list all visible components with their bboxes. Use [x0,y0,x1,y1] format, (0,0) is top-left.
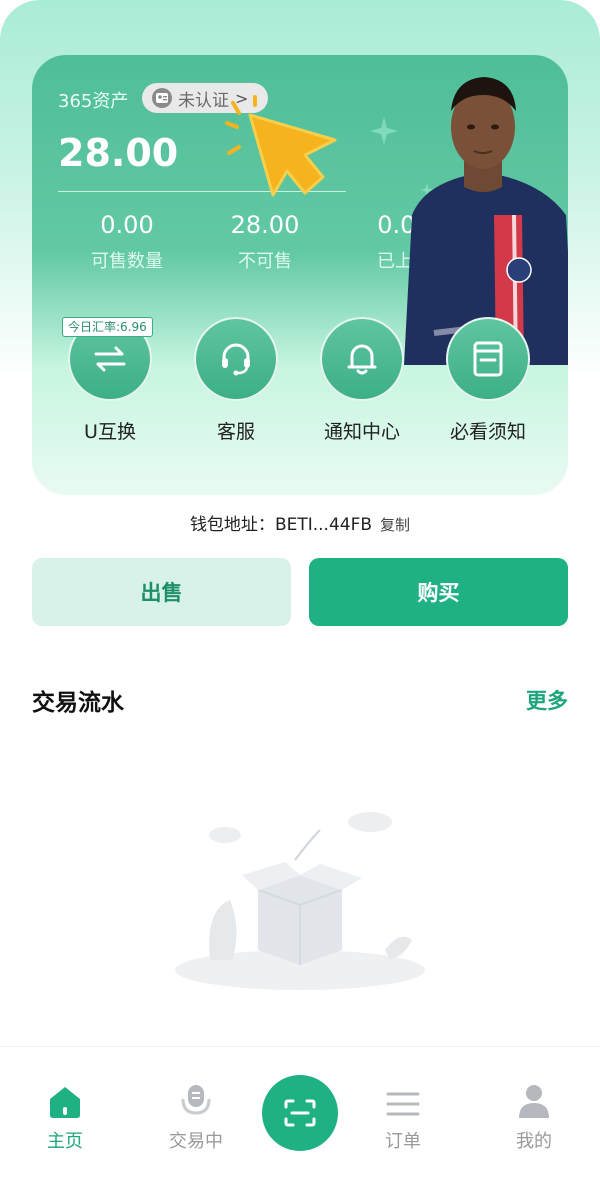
stat-sellable: 0.00 可售数量 [57,211,197,273]
wallet-address-row: 钱包地址：BETI...44FB 复制 [0,510,600,535]
swap-icon [94,346,126,372]
tab-orders-label: 订单 [385,1131,421,1152]
bell-icon [347,344,377,375]
tab-trading-label: 交易中 [169,1131,223,1152]
exchange-rate-tag: 今日汇率:6.96 [62,317,153,337]
bottom-tab-bar: 主页 交易中 订单 我的 [0,1046,600,1200]
swap-label: U互换 [84,421,136,443]
copy-address-button[interactable]: 复制 [380,516,410,534]
transactions-more-link[interactable]: 更多 [526,685,568,715]
transactions-title: 交易流水 [32,690,124,716]
scan-button[interactable] [262,1075,338,1151]
stat-label: 不可售 [238,251,292,272]
wallet-address-value: BETI...44FB [274,515,373,535]
asset-label: 365资产 [58,91,129,112]
tab-home-label: 主页 [47,1131,83,1152]
document-icon [473,341,503,377]
scan-icon [284,1099,316,1127]
stat-value: 0.00 [100,211,154,239]
id-card-icon [152,88,172,108]
list-icon [386,1092,420,1116]
home-icon [50,1087,80,1118]
pointer-cursor-icon [225,95,337,197]
balance-amount: 28.00 [58,131,179,175]
tab-home[interactable]: 主页 [15,1083,115,1153]
tab-trading[interactable]: 交易中 [146,1083,246,1153]
stat-not-sellable: 28.00 不可售 [195,211,335,273]
wallet-address-label: 钱包地址： [189,515,275,535]
must-read-label: 必看须知 [449,421,526,443]
empty-box-illustration [175,812,425,990]
buy-button[interactable]: 购买 [309,558,568,626]
customer-service-button[interactable] [194,317,278,401]
sell-button[interactable]: 出售 [32,558,291,626]
customer-service-label: 客服 [216,421,255,443]
stat-value: 28.00 [230,211,300,239]
microphone-icon [181,1085,211,1115]
notification-center-label: 通知中心 [323,421,400,443]
tab-mine-label: 我的 [516,1131,552,1152]
tab-mine[interactable]: 我的 [484,1083,584,1153]
headset-icon [222,343,250,376]
notification-center-button[interactable] [320,317,404,401]
tab-orders[interactable]: 订单 [353,1083,453,1153]
user-icon [519,1085,549,1118]
must-read-button[interactable] [446,317,530,401]
stat-label: 可售数量 [91,251,163,272]
